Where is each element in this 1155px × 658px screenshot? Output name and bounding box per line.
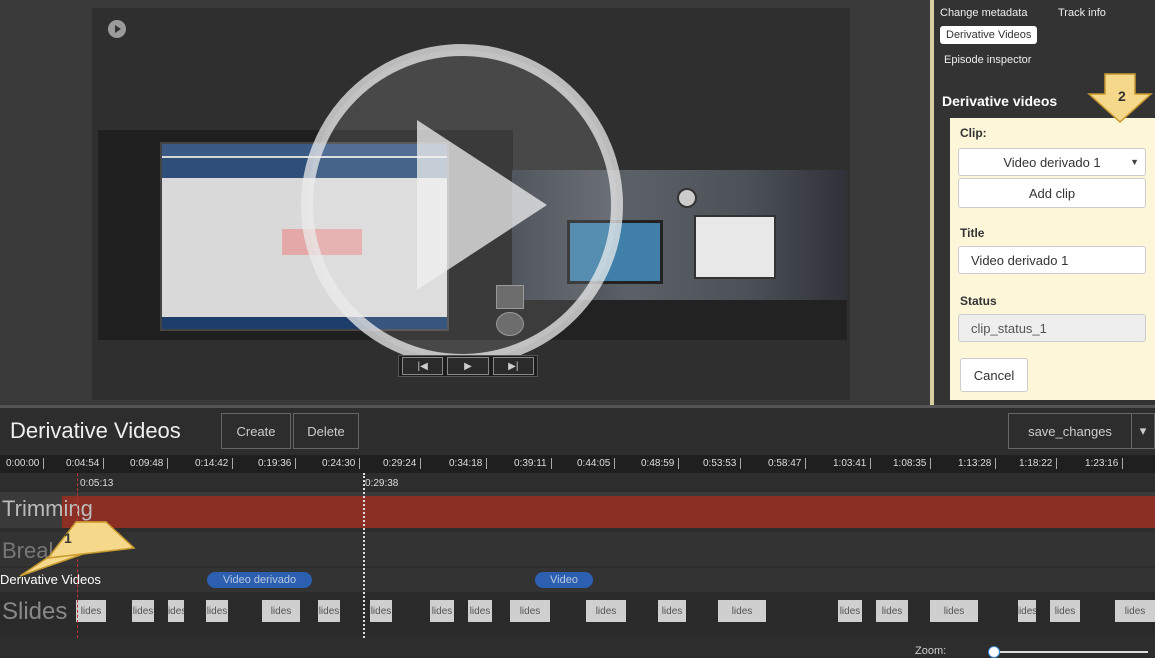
slide-thumbnail[interactable]: lides [206,600,228,622]
cancel-button[interactable]: Cancel [960,358,1028,392]
add-clip-button[interactable]: Add clip [958,178,1146,208]
slide-thumbnail[interactable]: lides [468,600,492,622]
derivative-clip-2[interactable]: Video [535,572,593,588]
editor-side-panel: Change metadata Track info Derivative Vi… [930,0,1155,405]
ruler-tick: 0:19:36 [258,458,297,469]
slide-thumbnail[interactable]: lides [76,600,106,622]
slide-thumbnail[interactable]: lides [430,600,454,622]
slide-thumbnail[interactable]: lides [1115,600,1155,622]
slide-thumbnail[interactable]: lides [876,600,908,622]
derivative-clip-1[interactable]: Video derivado [207,572,312,588]
slide-thumbnail[interactable]: lides [1018,600,1036,622]
playhead[interactable] [363,473,365,638]
breaks-track [0,532,1155,566]
ruler-tick: 1:23:16 [1085,458,1124,469]
small-play-icon[interactable] [108,20,126,38]
clip-select-value: Video derivado 1 [1003,154,1101,170]
ruler-tick: 0:09:48 [130,458,169,469]
annotation-number-1: 1 [64,530,72,546]
play-button[interactable]: ▶ [447,357,489,375]
ruler-tick: 0:04:54 [66,458,105,469]
ruler-tick: 0:44:05 [577,458,616,469]
slide-thumbnail[interactable]: lides [168,600,184,622]
layout-side-by-side-icon[interactable] [496,285,524,309]
clip-label: Clip: [960,126,987,140]
slide-thumbnail[interactable]: lides [586,600,626,622]
annotation-arrow-1 [19,521,136,577]
slide-thumbnail[interactable]: lides [838,600,862,622]
slide-thumbnail[interactable]: lides [262,600,300,622]
ruler-tick: 0:48:59 [641,458,680,469]
ruler-tick: 1:13:28 [958,458,997,469]
ruler-tick: 0:29:24 [383,458,422,469]
clip-select[interactable]: Video derivado 1 ▼ [958,148,1146,176]
zoom-label: Zoom: [915,645,947,657]
slide-thumbnail[interactable]: lides [930,600,978,622]
slide-thumbnail[interactable]: lides [718,600,766,622]
ruler-tick: 0:53:53 [703,458,742,469]
zoom-slider[interactable] [990,651,1148,653]
timeline-title: Derivative Videos [10,418,181,443]
ruler-tick: 0:58:47 [768,458,807,469]
save-changes-button[interactable]: save_changes [1008,413,1132,449]
slide-thumbnail[interactable]: lides [510,600,550,622]
tab-episode-inspector[interactable]: Episode inspector [944,54,1031,66]
ruler-tick: 1:08:35 [893,458,932,469]
derivative-form: Clip: Video derivado 1 ▼ Add clip Title … [950,118,1155,400]
title-field[interactable]: Video derivado 1 [958,246,1146,274]
playhead-time: 0:29:38 [365,478,399,489]
ruler-tick: 0:14:42 [195,458,234,469]
tab-derivative-videos[interactable]: Derivative Videos [940,26,1038,44]
next-frame-button[interactable]: ▶| [492,357,534,375]
slide-thumbnail[interactable]: lides [658,600,686,622]
status-label: Status [960,294,997,308]
tab-track-info[interactable]: Track info [1058,7,1106,19]
create-button[interactable]: Create [221,413,291,449]
annotation-number-2: 2 [1118,88,1126,104]
save-options-dropdown[interactable]: ▾ [1131,413,1155,449]
status-field: clip_status_1 [958,314,1146,342]
slides-track-label: Slides [2,598,68,625]
ruler-tick: 1:03:41 [833,458,872,469]
ruler-tick: 0:34:18 [449,458,488,469]
player-controls: |◀ ▶ ▶| [398,355,538,377]
slide-thumbnail[interactable]: lides [318,600,340,622]
big-play-icon[interactable] [297,40,627,370]
delete-button[interactable]: Delete [293,413,359,449]
clock-icon [677,188,697,208]
slide-thumbnail[interactable]: lides [370,600,392,622]
ruler-tick: 0:00:00 [6,458,45,469]
whiteboard [694,215,776,279]
ruler-tick: 0:39:11 [514,458,552,469]
layout-single-icon[interactable] [496,312,524,336]
previous-frame-button[interactable]: |◀ [402,357,444,375]
chevron-down-icon: ▼ [1130,157,1139,167]
ruler-tick: 1:18:22 [1019,458,1058,469]
trim-region[interactable] [62,496,1155,528]
tab-change-metadata[interactable]: Change metadata [940,7,1027,19]
ruler-tick: 0:24:30 [322,458,361,469]
slide-thumbnail[interactable]: lides [1050,600,1080,622]
slide-thumbnail[interactable]: lides [132,600,154,622]
panel-heading: Derivative videos [942,93,1058,109]
title-label: Title [960,226,985,240]
trim-in-time: 0:05:13 [80,478,114,489]
